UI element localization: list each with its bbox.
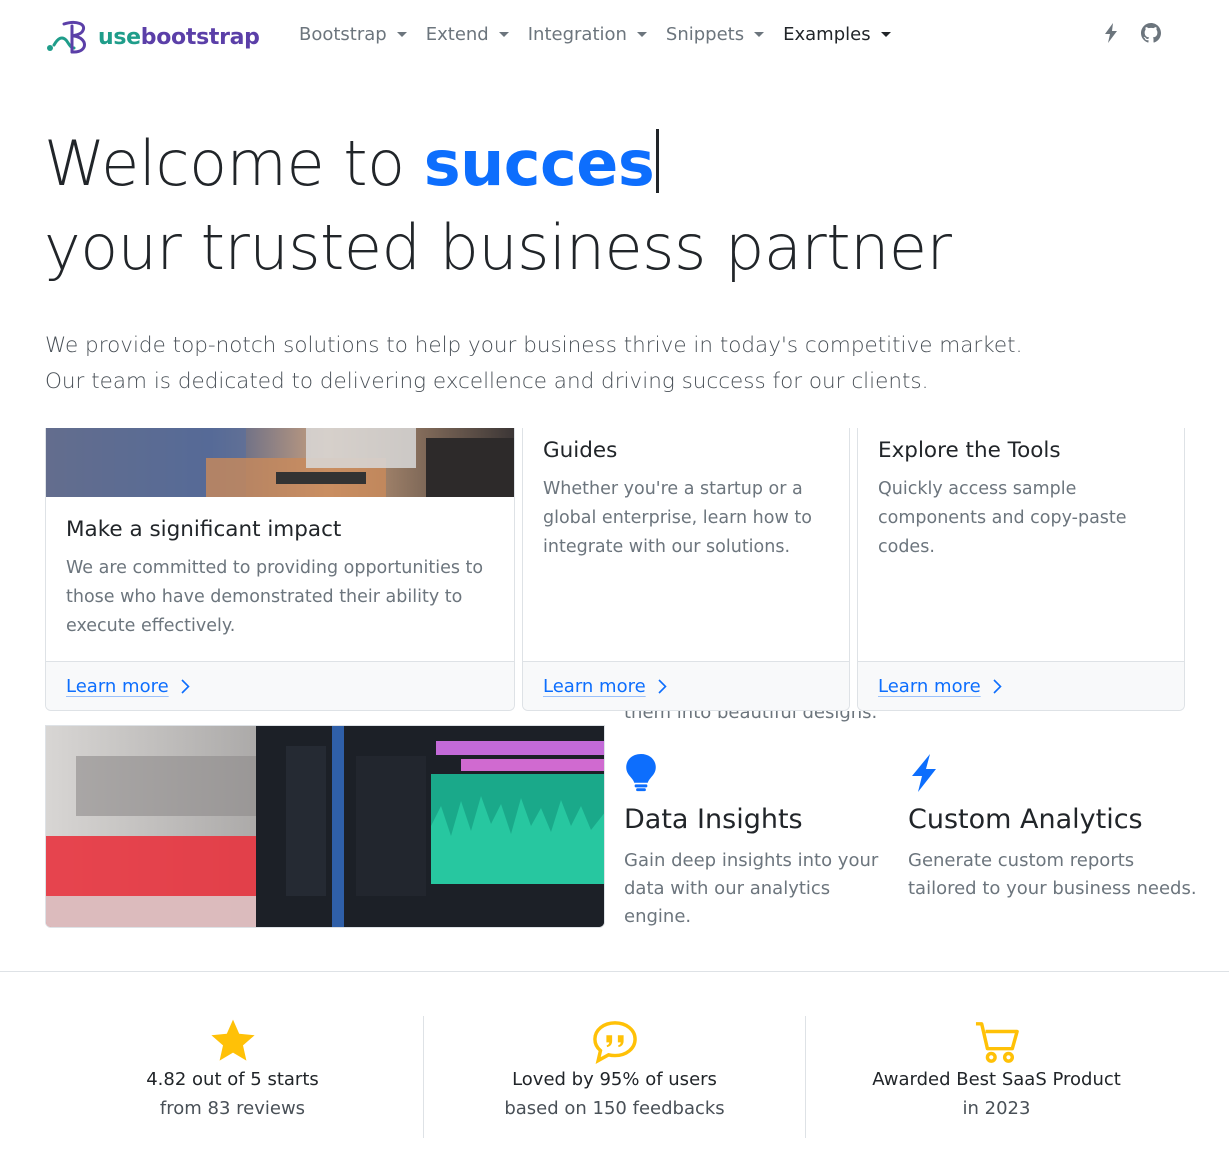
feature-title: Custom Analytics bbox=[908, 804, 1143, 835]
nav-item-bootstrap[interactable]: Bootstrap bbox=[299, 24, 407, 45]
star-icon bbox=[210, 1019, 255, 1061]
chevron-right-icon bbox=[993, 678, 1002, 694]
caret-down-icon bbox=[754, 32, 765, 37]
nav-item-integration[interactable]: Integration bbox=[528, 24, 647, 45]
feature-title: Data Insights bbox=[624, 804, 803, 835]
stat-headline: 4.82 out of 5 starts bbox=[146, 1069, 319, 1090]
brand-name: usebootstrap bbox=[98, 24, 260, 50]
caret-down-icon bbox=[498, 32, 509, 37]
nav-icons bbox=[1100, 22, 1162, 44]
card-tools: Explore the Tools Quickly access sample … bbox=[857, 428, 1185, 711]
stat-rating: 4.82 out of 5 starts from 83 reviews bbox=[42, 1016, 423, 1138]
nav-item-extend[interactable]: Extend bbox=[426, 24, 509, 45]
card-text: We are committed to providing opportunit… bbox=[66, 558, 484, 636]
lightning-icon[interactable] bbox=[1100, 22, 1122, 44]
caret-down-icon bbox=[396, 32, 407, 37]
caret-down-icon bbox=[880, 32, 891, 37]
card-footer: Learn more bbox=[46, 661, 514, 710]
learn-more-link[interactable]: Learn more bbox=[66, 676, 190, 697]
typed-word: succes bbox=[423, 127, 655, 200]
feature-text: Generate custom reports tailored to your … bbox=[908, 850, 1197, 899]
card-title: Guides bbox=[543, 438, 618, 463]
card-footer: Learn more bbox=[858, 661, 1184, 710]
card-guides: Guides Whether you're a startup or a glo… bbox=[522, 428, 850, 711]
logo-icon bbox=[47, 20, 86, 54]
hero-subtitle: We provide top-notch solutions to help y… bbox=[45, 333, 1023, 394]
cart-icon bbox=[975, 1022, 1019, 1063]
nav-item-examples[interactable]: Examples bbox=[783, 24, 891, 45]
lightbulb-icon bbox=[626, 754, 656, 792]
section-divider bbox=[0, 971, 1229, 972]
caret-down-icon bbox=[636, 32, 647, 37]
quote-bubble-icon bbox=[592, 1021, 637, 1064]
learn-more-link[interactable]: Learn more bbox=[878, 676, 1002, 697]
nav-item-snippets[interactable]: Snippets bbox=[666, 24, 765, 45]
typing-cursor bbox=[656, 129, 660, 193]
stat-award: Awarded Best SaaS Product in 2023 bbox=[806, 1016, 1187, 1138]
card-text: Quickly access sample components and cop… bbox=[878, 479, 1127, 557]
feature-image-editor bbox=[45, 725, 605, 928]
brand-logo[interactable]: usebootstrap bbox=[44, 18, 260, 56]
hero-title: Welcome to succes your trusted business … bbox=[44, 127, 952, 284]
feature-data-insights: Data Insights Gain deep insights into yo… bbox=[624, 754, 894, 931]
feature-text: Gain deep insights into your data with ou… bbox=[624, 850, 879, 927]
github-icon[interactable] bbox=[1140, 22, 1162, 44]
learn-more-link[interactable]: Learn more bbox=[543, 676, 667, 697]
stat-headline: Awarded Best SaaS Product bbox=[872, 1069, 1121, 1090]
cut-off-text: them into beautiful designs. bbox=[624, 711, 878, 723]
card-impact: Make a significant impact We are committ… bbox=[45, 428, 515, 711]
chevron-right-icon bbox=[181, 678, 190, 694]
lightning-icon bbox=[912, 754, 936, 792]
stat-caption: in 2023 bbox=[962, 1098, 1031, 1119]
stat-headline: Loved by 95% of users bbox=[512, 1069, 717, 1090]
card-title: Explore the Tools bbox=[878, 438, 1061, 463]
chevron-right-icon bbox=[658, 678, 667, 694]
feature-custom-analytics: Custom Analytics Generate custom reports… bbox=[908, 754, 1198, 903]
navbar: usebootstrap Bootstrap Extend Integratio… bbox=[0, 0, 1229, 72]
stat-caption: from 83 reviews bbox=[159, 1098, 306, 1119]
card-footer: Learn more bbox=[523, 661, 849, 710]
stat-caption: based on 150 feedbacks bbox=[504, 1098, 725, 1119]
stat-loved: Loved by 95% of users based on 150 feedb… bbox=[424, 1016, 805, 1138]
main-nav: Bootstrap Extend Integration Snippets Ex… bbox=[299, 24, 910, 45]
card-text: Whether you're a startup or a global ent… bbox=[543, 479, 812, 557]
card-title: Make a significant impact bbox=[66, 517, 342, 542]
card-image-office bbox=[46, 428, 514, 497]
